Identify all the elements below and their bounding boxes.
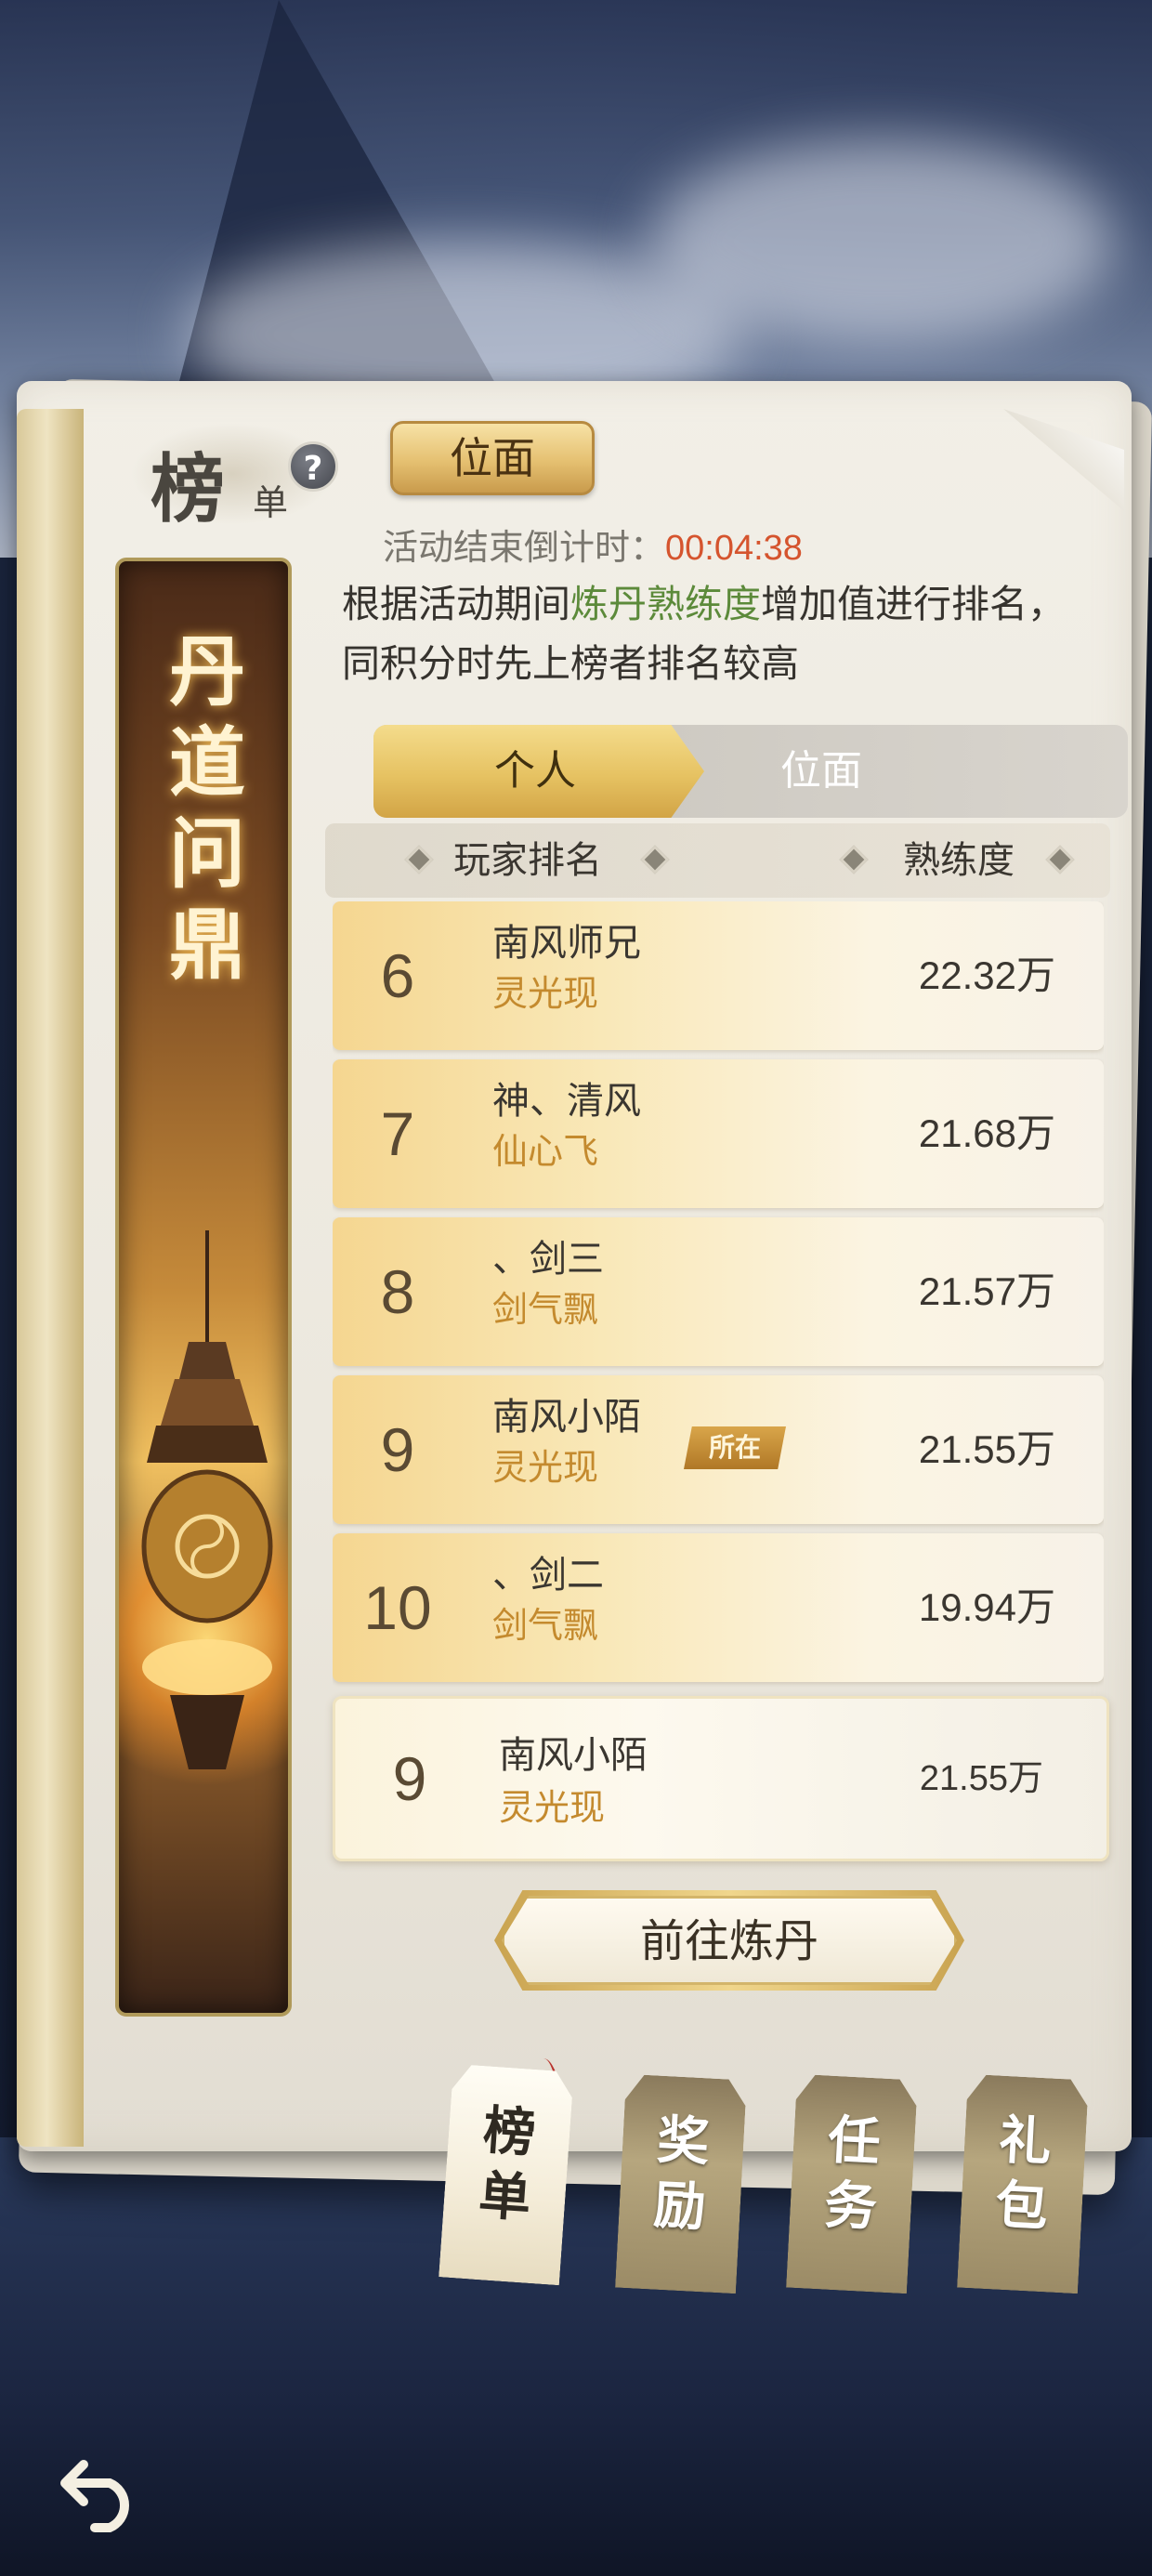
my-player-name: 南风小陌	[499, 1734, 648, 1777]
my-player-tier: 灵光现	[499, 1787, 606, 1828]
banner-char: 鼎	[168, 900, 245, 990]
tab-label: 任	[826, 2109, 883, 2174]
row-rank: 10	[363, 1573, 432, 1642]
diamond-icon	[839, 845, 869, 874]
desc-highlight: 炼丹熟练度	[570, 582, 761, 626]
diamond-icon	[640, 845, 670, 874]
row-player-name: 神、清风	[492, 1080, 641, 1123]
row-score: 22.32万	[918, 953, 1055, 997]
row-player-tier: 剑气飘	[492, 1289, 599, 1330]
table-row[interactable]: 10 、剑二 剑气飘 19.94万	[333, 1533, 1104, 1682]
row-player-name: 、剑二	[492, 1554, 604, 1597]
page-title: 榜	[151, 445, 225, 532]
event-banner: 丹 道 问 鼎	[115, 558, 292, 2017]
tab-rewards[interactable]: 奖 励	[615, 2074, 747, 2293]
page-title-sub: 单	[253, 482, 289, 523]
diamond-icon	[404, 845, 434, 874]
event-countdown: 活动结束倒计时：00:04:38	[383, 519, 803, 570]
column-header-rank: 玩家排名	[453, 839, 602, 882]
realm-button[interactable]: 位面	[390, 421, 595, 495]
row-player-tier: 仙心飞	[492, 1131, 599, 1172]
row-player-tier: 灵光现	[492, 973, 599, 1014]
book-spine	[17, 409, 84, 2147]
row-player-tier: 灵光现	[492, 1447, 599, 1488]
row-score: 21.57万	[918, 1269, 1055, 1313]
tab-label: 务	[823, 2174, 879, 2239]
column-header-score: 熟练度	[903, 839, 1015, 882]
row-rank: 8	[380, 1257, 415, 1326]
row-score: 21.68万	[918, 1111, 1055, 1155]
banner-char: 问	[168, 809, 245, 899]
banner-title: 丹 道 问 鼎	[119, 626, 288, 991]
row-score: 19.94万	[918, 1585, 1055, 1629]
row-rank: 7	[380, 1099, 415, 1168]
countdown-label: 活动结束倒计时：	[383, 527, 666, 568]
ranking-list[interactable]: 6 南风师兄 灵光现 22.32万 7 神、清风 仙心飞 21.68万 8 、剑…	[333, 901, 1104, 1691]
row-player-name: 、剑三	[492, 1238, 604, 1281]
tab-label: 单	[477, 2164, 533, 2229]
table-row[interactable]: 9 南风小陌 灵光现 所在 21.55万	[333, 1375, 1104, 1524]
tab-label: 榜	[480, 2099, 538, 2164]
tab-realm[interactable]: 位面	[780, 725, 1059, 818]
tab-label: 奖	[655, 2109, 712, 2174]
row-rank: 9	[380, 1415, 415, 1484]
row-player-name: 南风师兄	[492, 922, 641, 965]
row-rank: 6	[380, 941, 415, 1010]
desc-prefix: 根据活动期间	[342, 582, 570, 626]
back-arrow-icon[interactable]	[58, 2444, 147, 2533]
tab-personal[interactable]: 个人	[373, 725, 704, 818]
tab-tasks[interactable]: 任 务	[786, 2074, 918, 2293]
row-score: 21.55万	[918, 1427, 1055, 1471]
goto-alchemy-button[interactable]: 前往炼丹	[502, 1896, 957, 1985]
banner-char: 道	[168, 718, 245, 808]
alchemy-lantern-icon	[141, 1230, 273, 1769]
tab-gifts[interactable]: 礼 包	[957, 2074, 1089, 2293]
table-row[interactable]: 7 神、清风 仙心飞 21.68万	[333, 1059, 1104, 1208]
tab-label: 包	[994, 2174, 1050, 2239]
row-player-tier: 剑气飘	[492, 1605, 599, 1646]
question-circle-icon[interactable]: ?	[288, 441, 338, 492]
banner-char: 丹	[168, 627, 245, 716]
tab-label: 励	[652, 2174, 708, 2239]
table-header: 玩家排名 熟练度	[325, 823, 1110, 898]
row-player-name: 南风小陌	[492, 1396, 641, 1439]
tab-label: 礼	[997, 2109, 1054, 2174]
table-row[interactable]: 6 南风师兄 灵光现 22.32万	[333, 901, 1104, 1050]
table-row[interactable]: 8 、剑三 剑气飘 21.57万	[333, 1217, 1104, 1366]
ranking-description: 根据活动期间炼丹熟练度增加值进行排名，同积分时先上榜者排名较高	[342, 574, 1085, 693]
back-arrow-glyph	[60, 2460, 129, 2532]
countdown-value: 00:04:38	[665, 529, 803, 568]
tab-leaderboard[interactable]: 榜 单	[439, 2064, 574, 2286]
my-score: 21.55万	[919, 1759, 1043, 1798]
background-cloud	[650, 139, 1115, 344]
my-rank-row: 9 南风小陌 灵光现 21.55万	[333, 1696, 1109, 1861]
my-rank: 9	[392, 1744, 427, 1813]
current-player-badge: 所在	[684, 1426, 786, 1469]
diamond-icon	[1045, 845, 1075, 874]
